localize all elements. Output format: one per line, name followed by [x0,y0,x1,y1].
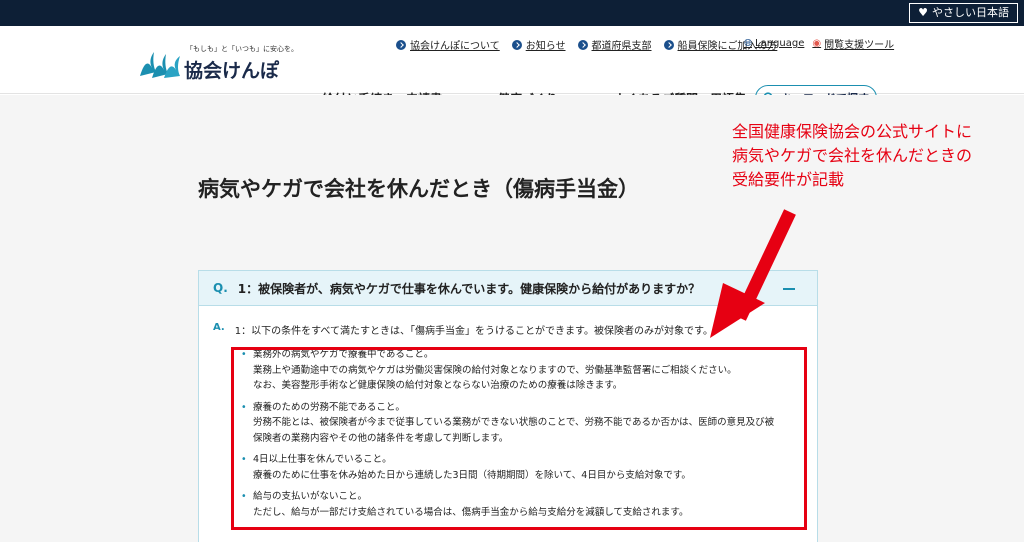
accessibility-icon: ◉ [812,38,822,49]
bird-logo-icon [140,52,180,78]
annotation-note: 全国健康保険協会の公式サイトに 病気やケガで会社を休んだときの 受給要件が記載 [732,120,1012,192]
utility-link-news[interactable]: お知らせ [511,37,566,52]
site-logo[interactable]: 「もしも」と「いつも」に安心を。 協会けんぽ [138,40,298,84]
question-mark-label: Q. [213,281,228,295]
answer-row: A. 1：以下の条件をすべて満たすときは、「傷病手当金」をうけることができます。… [213,322,713,337]
logo-name: 協会けんぽ [184,60,280,82]
globe-icon: 🌐︎ [744,38,752,49]
arrow-circle-icon [663,39,674,50]
accessibility-label: 閲覧支援ツール [824,40,895,51]
page-title: 病気やケガで会社を休んだとき（傷病手当金） [198,177,639,201]
language-label: Language [755,38,805,49]
easy-japanese-label: やさしい日本語 [932,6,1009,19]
highlight-box [231,347,807,530]
arrow-circle-icon [577,39,588,50]
utility-link-label: 協会けんぽについて [410,41,500,52]
annotation-line: 全国健康保険協会の公式サイトに [732,122,973,141]
utility-right: 🌐︎ Language ◉ 閲覧支援ツール [744,36,894,51]
question-text: 1：被保険者が、病気やケガで仕事を休んでいます。健康保険から給付がありますか？ [237,281,701,296]
utility-link-about[interactable]: 協会けんぽについて [396,37,500,52]
collapse-icon[interactable] [783,288,795,290]
accessibility-tool-link[interactable]: ◉ 閲覧支援ツール [812,36,894,51]
utility-link-branches[interactable]: 都道府県支部 [577,37,652,52]
arrow-circle-icon [511,39,522,50]
site-header: 「もしも」と「いつも」に安心を。 協会けんぽ 協会けんぽについて お知らせ 都道… [0,26,1024,111]
answer-text: 1：以下の条件をすべて満たすときは、「傷病手当金」をうけることができます。被保険… [234,326,713,337]
heart-icon: ♥ [918,6,928,19]
language-link[interactable]: 🌐︎ Language [744,36,804,51]
utility-link-label: 都道府県支部 [591,41,652,52]
annotation-line: 病気やケガで会社を休んだときの [732,146,973,165]
answer-mark-label: A. [213,322,225,333]
annotation-line: 受給要件が記載 [732,170,845,189]
top-bar: ♥ やさしい日本語 [0,0,1024,26]
utility-links: 協会けんぽについて お知らせ 都道府県支部 船員保険にご加入の方 [396,37,777,52]
faq-question-header[interactable]: Q. 1：被保険者が、病気やケガで仕事を休んでいます。健康保険から給付があります… [199,271,817,306]
utility-link-label: お知らせ [525,41,566,52]
arrow-circle-icon [396,39,406,50]
easy-japanese-button[interactable]: ♥ やさしい日本語 [909,3,1018,23]
logo-tagline: 「もしも」と「いつも」に安心を。 [186,45,298,53]
